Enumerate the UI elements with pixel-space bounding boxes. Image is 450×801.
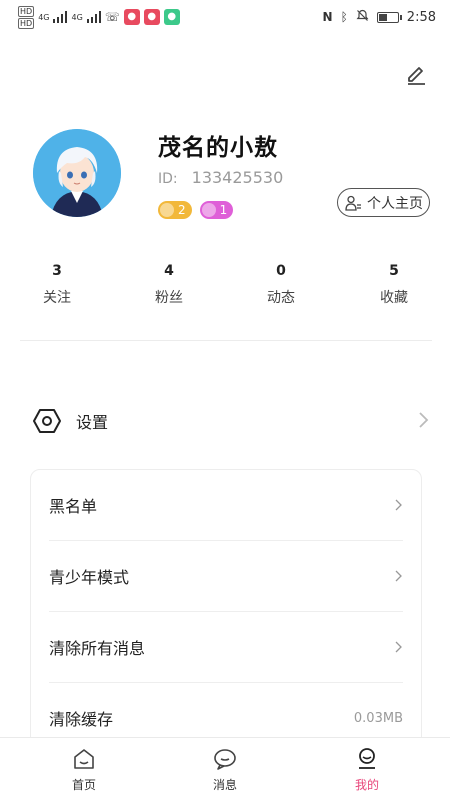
username: 茂名的小敖 <box>158 135 278 161</box>
status-left: HD HD 4G 4G ☏ ● ● ● <box>18 5 180 29</box>
battery-level <box>378 13 387 21</box>
nav-messages[interactable]: 消息 <box>185 738 265 801</box>
menu-item-teen-mode[interactable]: 青少年模式 <box>49 541 403 611</box>
menu-item-label: 青少年模式 <box>49 568 130 587</box>
stat-fans-label: 粉丝 <box>155 290 183 306</box>
battery-icon <box>376 11 402 23</box>
mute-icon <box>356 9 369 26</box>
cache-size-value: 0.03MB <box>353 710 403 726</box>
chevron-right-icon <box>395 641 402 653</box>
signal-icon-2 <box>86 11 101 23</box>
network-type-1: 4G <box>38 12 50 22</box>
user-id-row: ID: 133425530 <box>158 168 283 187</box>
menu-item-blacklist[interactable]: 黑名单 <box>49 470 403 540</box>
settings-row[interactable]: 设置 <box>0 396 450 446</box>
chevron-right-icon <box>395 499 402 511</box>
chevron-right-icon <box>395 570 402 582</box>
stat-favorites-value: 5 <box>389 263 399 279</box>
chevron-right-icon <box>419 412 429 428</box>
menu-item-label: 清除缓存 <box>49 710 114 729</box>
bottom-nav: 首页 消息 我的 <box>0 737 450 801</box>
crown-icon <box>160 203 174 217</box>
hd-tag-2: HD <box>18 17 35 29</box>
chat-icon <box>214 749 236 770</box>
nav-mine-label: 我的 <box>354 778 379 792</box>
status-right: N ᛒ 2:58 <box>323 9 436 26</box>
vip-icon <box>201 203 216 217</box>
person-card-icon <box>345 195 361 211</box>
clock: 2:58 <box>406 9 436 25</box>
badge-gold-value: 2 <box>178 203 186 217</box>
hd-tag-1: HD <box>18 5 35 17</box>
personal-homepage-label: 个人主页 <box>367 195 423 212</box>
nav-messages-label: 消息 <box>212 778 237 792</box>
stat-fans-value: 4 <box>164 263 174 279</box>
level-badge-gold[interactable]: 2 <box>158 201 192 219</box>
app-notification-icon-3: ● <box>163 9 180 25</box>
missed-call-icon: ☏ <box>104 10 120 24</box>
stat-favorites-label: 收藏 <box>380 290 408 306</box>
user-id-label: ID: <box>158 171 178 187</box>
app-notification-icon-2: ● <box>143 9 160 25</box>
hd-tag-icon: HD HD <box>18 5 35 29</box>
stat-following-value: 3 <box>52 263 62 279</box>
stat-posts[interactable]: 0 动态 <box>241 263 321 307</box>
pencil-icon <box>408 67 425 85</box>
nfc-icon: N <box>322 10 333 24</box>
nav-home[interactable]: 首页 <box>44 738 124 801</box>
user-id-value: 133425530 <box>191 168 284 187</box>
avatar[interactable] <box>33 129 121 217</box>
hexagon-gear-icon <box>33 409 61 433</box>
stat-fans[interactable]: 4 粉丝 <box>129 263 209 307</box>
stat-posts-value: 0 <box>276 263 286 279</box>
stat-posts-label: 动态 <box>267 290 295 306</box>
badge-pink-value: 1 <box>219 203 228 217</box>
bluetooth-icon: ᛒ <box>340 10 348 24</box>
nav-home-label: 首页 <box>71 778 96 792</box>
menu-item-clear-messages[interactable]: 清除所有消息 <box>49 612 403 682</box>
status-bar: HD HD 4G 4G ☏ ● ● ● N ᛒ 2:58 <box>0 0 450 34</box>
personal-homepage-button[interactable]: 个人主页 <box>337 188 430 217</box>
level-badge-pink[interactable]: 1 <box>199 201 234 219</box>
app-notification-icon-1: ● <box>123 9 140 25</box>
settings-label: 设置 <box>76 413 109 432</box>
avatar-image <box>33 129 121 217</box>
edit-profile-button[interactable] <box>404 62 428 86</box>
divider <box>20 340 432 341</box>
stat-favorites[interactable]: 5 收藏 <box>354 263 434 307</box>
profile-icon <box>359 748 375 769</box>
nav-mine[interactable]: 我的 <box>327 738 407 801</box>
network-type-2: 4G <box>71 12 83 22</box>
settings-card: 黑名单 青少年模式 清除所有消息 清除缓存 0.03MB <box>30 469 422 759</box>
stat-following[interactable]: 3 关注 <box>17 263 97 307</box>
menu-item-label: 黑名单 <box>49 497 98 516</box>
stat-following-label: 关注 <box>43 290 71 306</box>
home-icon <box>74 749 94 769</box>
menu-item-label: 清除所有消息 <box>49 639 146 658</box>
badges: 2 1 <box>158 201 234 219</box>
signal-icon-1 <box>53 11 68 23</box>
